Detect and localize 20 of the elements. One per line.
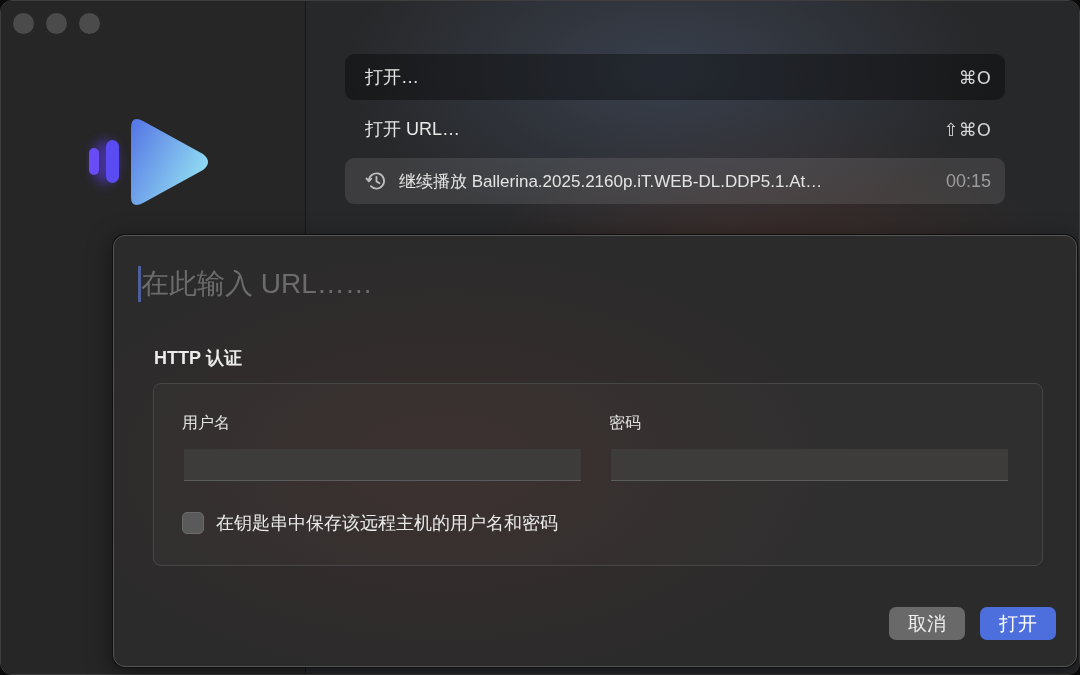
window-control-button[interactable] (13, 13, 34, 34)
section-title: HTTP 认证 (154, 347, 243, 369)
cancel-button[interactable]: 取消 (889, 607, 965, 640)
keyboard-shortcut: ⇧⌘O (943, 118, 991, 140)
keyboard-shortcut: ⌘O (958, 66, 991, 88)
input-field[interactable] (184, 449, 581, 481)
menu-item[interactable]: 打开 URL… ⇧⌘O (345, 106, 1005, 152)
open-button[interactable]: 打开 (980, 607, 1056, 640)
window-control-button[interactable] (46, 13, 67, 34)
history-icon (365, 170, 387, 192)
playback-time: 00:15 (945, 170, 991, 192)
menu-item[interactable]: 打开… ⌘O (345, 54, 1005, 100)
input-field[interactable] (611, 449, 1008, 481)
checkbox[interactable] (182, 512, 204, 534)
window-control-button[interactable] (79, 13, 100, 34)
url-field[interactable]: 在此输入 URL…… (141, 268, 761, 300)
checkbox-label: 在钥匙串中保存该远程主机的用户名和密码 (216, 512, 558, 535)
menu-item[interactable]: 继续播放 Ballerina.2025.2160p.iT.WEB-DL.DDP5.1.At… 00:15 (345, 158, 1005, 204)
field-label: 用户名 (182, 413, 230, 433)
field-label: 密码 (609, 413, 641, 433)
